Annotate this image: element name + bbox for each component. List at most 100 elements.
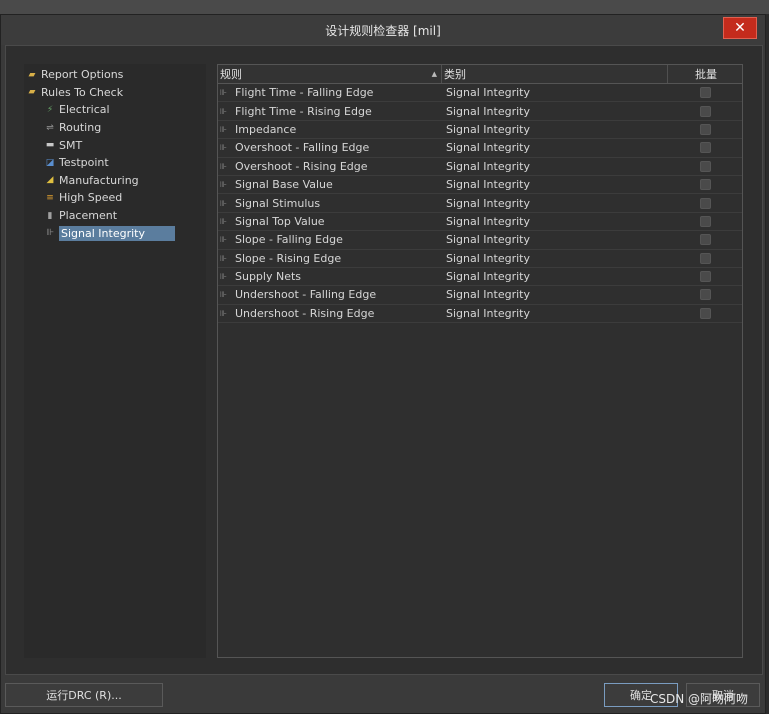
category-cell: Signal Integrity xyxy=(446,306,530,320)
testpoint-icon: ◪ xyxy=(45,157,55,168)
batch-cell xyxy=(668,250,742,267)
tree-item-report-options[interactable]: ▰ Report Options xyxy=(24,66,206,84)
rule-name: Signal Top Value xyxy=(235,214,325,228)
sort-up-icon: ▲ xyxy=(431,70,437,78)
batch-checkbox[interactable] xyxy=(699,123,711,135)
table-row[interactable]: ⊪ Flight Time - Rising Edge Signal Integri… xyxy=(218,102,742,121)
tree-item-routing[interactable]: ⇌ Routing xyxy=(24,119,206,137)
rule-name: Undershoot - Falling Edge xyxy=(235,288,377,302)
batch-checkbox[interactable] xyxy=(699,215,711,227)
rule-cell: ⊪ Flight Time - Falling Edge xyxy=(218,84,442,101)
table-row[interactable]: ⊪ Supply Nets Signal Integrity xyxy=(218,268,742,287)
tree-item-electrical[interactable]: ⚡ Electrical xyxy=(24,101,206,119)
batch-cell xyxy=(668,102,742,119)
rule-name: Impedance xyxy=(235,122,297,136)
tree-item-signal-integrity[interactable]: ⊪ Signal Integrity xyxy=(24,224,206,242)
tree-item-manufacturing[interactable]: ◢ Manufacturing xyxy=(24,172,206,190)
rule-cell: ⊪ Signal Top Value xyxy=(218,213,442,230)
table-row[interactable]: ⊪ Overshoot - Rising Edge Signal Integrity xyxy=(218,158,742,176)
manufacturing-icon: ◢ xyxy=(46,175,54,186)
tree-item-label: Placement xyxy=(59,209,118,223)
batch-checkbox[interactable] xyxy=(699,252,711,264)
category-cell: Signal Integrity xyxy=(446,178,530,192)
table-row[interactable]: ⊪ Impedance Signal Integrity xyxy=(218,121,742,140)
rule-cell: ⊪ Signal Base Value xyxy=(218,176,442,193)
tree-item-label: Testpoint xyxy=(59,156,109,170)
rule-name: Overshoot - Rising Edge xyxy=(235,159,368,173)
rule-cell: ⊪ Undershoot - Falling Edge xyxy=(218,286,442,303)
tree-item-label: Electrical xyxy=(59,103,110,117)
batch-cell xyxy=(668,139,742,156)
batch-cell xyxy=(668,213,742,230)
batch-checkbox[interactable] xyxy=(699,179,711,191)
batch-checkbox[interactable] xyxy=(699,105,711,117)
batch-checkbox[interactable] xyxy=(699,142,711,154)
batch-cell xyxy=(668,84,742,101)
rule-name: Undershoot - Rising Edge xyxy=(235,306,375,320)
batch-cell xyxy=(668,286,742,303)
table-row[interactable]: ⊪ Signal Base Value Signal Integrity xyxy=(218,176,742,195)
batch-checkbox[interactable] xyxy=(699,289,711,301)
batch-checkbox[interactable] xyxy=(699,160,711,172)
placement-icon: ▮ xyxy=(47,210,53,221)
tree-item-label: Manufacturing xyxy=(59,173,139,187)
title-bar[interactable]: 设计规则检查器 [mil] ✕ xyxy=(1,15,765,45)
rule-cell: ⊪ Overshoot - Falling Edge xyxy=(218,139,442,156)
tree-item-rules-to-check[interactable]: ▰ Rules To Check xyxy=(24,84,206,102)
rule-cell: ⊪ Signal Stimulus xyxy=(218,194,442,211)
table-row[interactable]: ⊪ Undershoot - Falling Edge Signal Integri… xyxy=(218,286,742,305)
tree-item-high-speed[interactable]: ≡ High Speed xyxy=(24,189,206,207)
category-cell: Signal Integrity xyxy=(446,214,530,228)
table-row[interactable]: ⊪ Overshoot - Falling Edge Signal Integrit… xyxy=(218,139,742,158)
rules-tree: ▰ Report Options ▰ Rules To Check ⚡ Electrica… xyxy=(24,64,206,658)
category-cell: Signal Integrity xyxy=(446,122,530,136)
batch-checkbox[interactable] xyxy=(699,87,711,99)
batch-checkbox[interactable] xyxy=(699,307,711,319)
signal-integrity-icon: ⊪ xyxy=(220,180,227,190)
dialog-body: ▰ Report Options ▰ Rules To Check ⚡ Electrica… xyxy=(5,45,763,675)
rule-name: Slope - Falling Edge xyxy=(235,233,343,247)
close-button[interactable]: ✕ xyxy=(723,17,757,39)
folder-icon: ▰ xyxy=(28,69,36,80)
category-cell: Signal Integrity xyxy=(446,159,530,173)
tree-item-label: Rules To Check xyxy=(41,85,124,99)
table-row[interactable]: ⊪ Slope - Falling Edge Signal Integrity xyxy=(218,231,742,250)
table-row[interactable]: ⊪ Undershoot - Rising Edge Signal Integrit… xyxy=(218,305,742,324)
column-header-batch[interactable]: 批量 xyxy=(668,65,742,83)
signal-integrity-icon: ⊪ xyxy=(220,272,227,282)
column-header-category[interactable]: 类别 xyxy=(442,65,668,83)
folder-icon: ▰ xyxy=(28,87,36,98)
tree-item-label: Signal Integrity xyxy=(59,225,175,241)
table-row[interactable]: ⊪ Signal Stimulus Signal Integrity xyxy=(218,194,742,213)
column-header-rule[interactable]: 规则 ▲ xyxy=(218,65,442,83)
rules-grid: 规则 ▲ 类别 批量 ⊪ Flight Time - Falling Edge Si… xyxy=(217,64,743,658)
grid-rows: ⊪ Flight Time - Falling Edge Signal Integr… xyxy=(218,84,742,324)
signal-integrity-icon: ⊪ xyxy=(46,228,54,239)
watermark: CSDN @阿吻阿吻 xyxy=(650,692,749,706)
table-row[interactable]: ⊪ Slope - Rising Edge Signal Integrity xyxy=(218,250,742,268)
design-rule-checker-dialog: 设计规则检查器 [mil] ✕ ▰ Report Options ▰ Rules To… xyxy=(0,14,766,714)
run-drc-button[interactable]: 运行DRC (R)... xyxy=(5,683,163,707)
rule-name: Signal Base Value xyxy=(235,178,333,192)
table-row[interactable]: ⊪ Flight Time - Falling Edge Signal Integr… xyxy=(218,84,742,103)
batch-checkbox[interactable] xyxy=(699,234,711,246)
batch-checkbox[interactable] xyxy=(699,271,711,283)
top-strip xyxy=(0,0,769,14)
signal-integrity-icon: ⊪ xyxy=(220,161,227,171)
rule-name: Overshoot - Falling Edge xyxy=(235,141,370,155)
batch-checkbox[interactable] xyxy=(699,197,711,209)
category-cell: Signal Integrity xyxy=(446,196,530,210)
tree-item-placement[interactable]: ▮ Placement xyxy=(24,207,206,225)
rule-cell: ⊪ Undershoot - Rising Edge xyxy=(218,305,442,322)
batch-cell xyxy=(668,176,742,193)
rule-name: Signal Stimulus xyxy=(235,196,321,210)
grid-header: 规则 ▲ 类别 批量 xyxy=(218,65,742,84)
batch-cell xyxy=(668,268,742,285)
rule-name: Flight Time - Rising Edge xyxy=(235,104,372,118)
tree-item-testpoint[interactable]: ◪ Testpoint xyxy=(24,154,206,172)
table-row[interactable]: ⊪ Signal Top Value Signal Integrity xyxy=(218,213,742,232)
rule-cell: ⊪ Supply Nets xyxy=(218,268,442,285)
smt-icon: ▬ xyxy=(45,140,55,151)
rule-cell: ⊪ Overshoot - Rising Edge xyxy=(218,158,442,175)
tree-item-smt[interactable]: ▬ SMT xyxy=(24,136,206,154)
